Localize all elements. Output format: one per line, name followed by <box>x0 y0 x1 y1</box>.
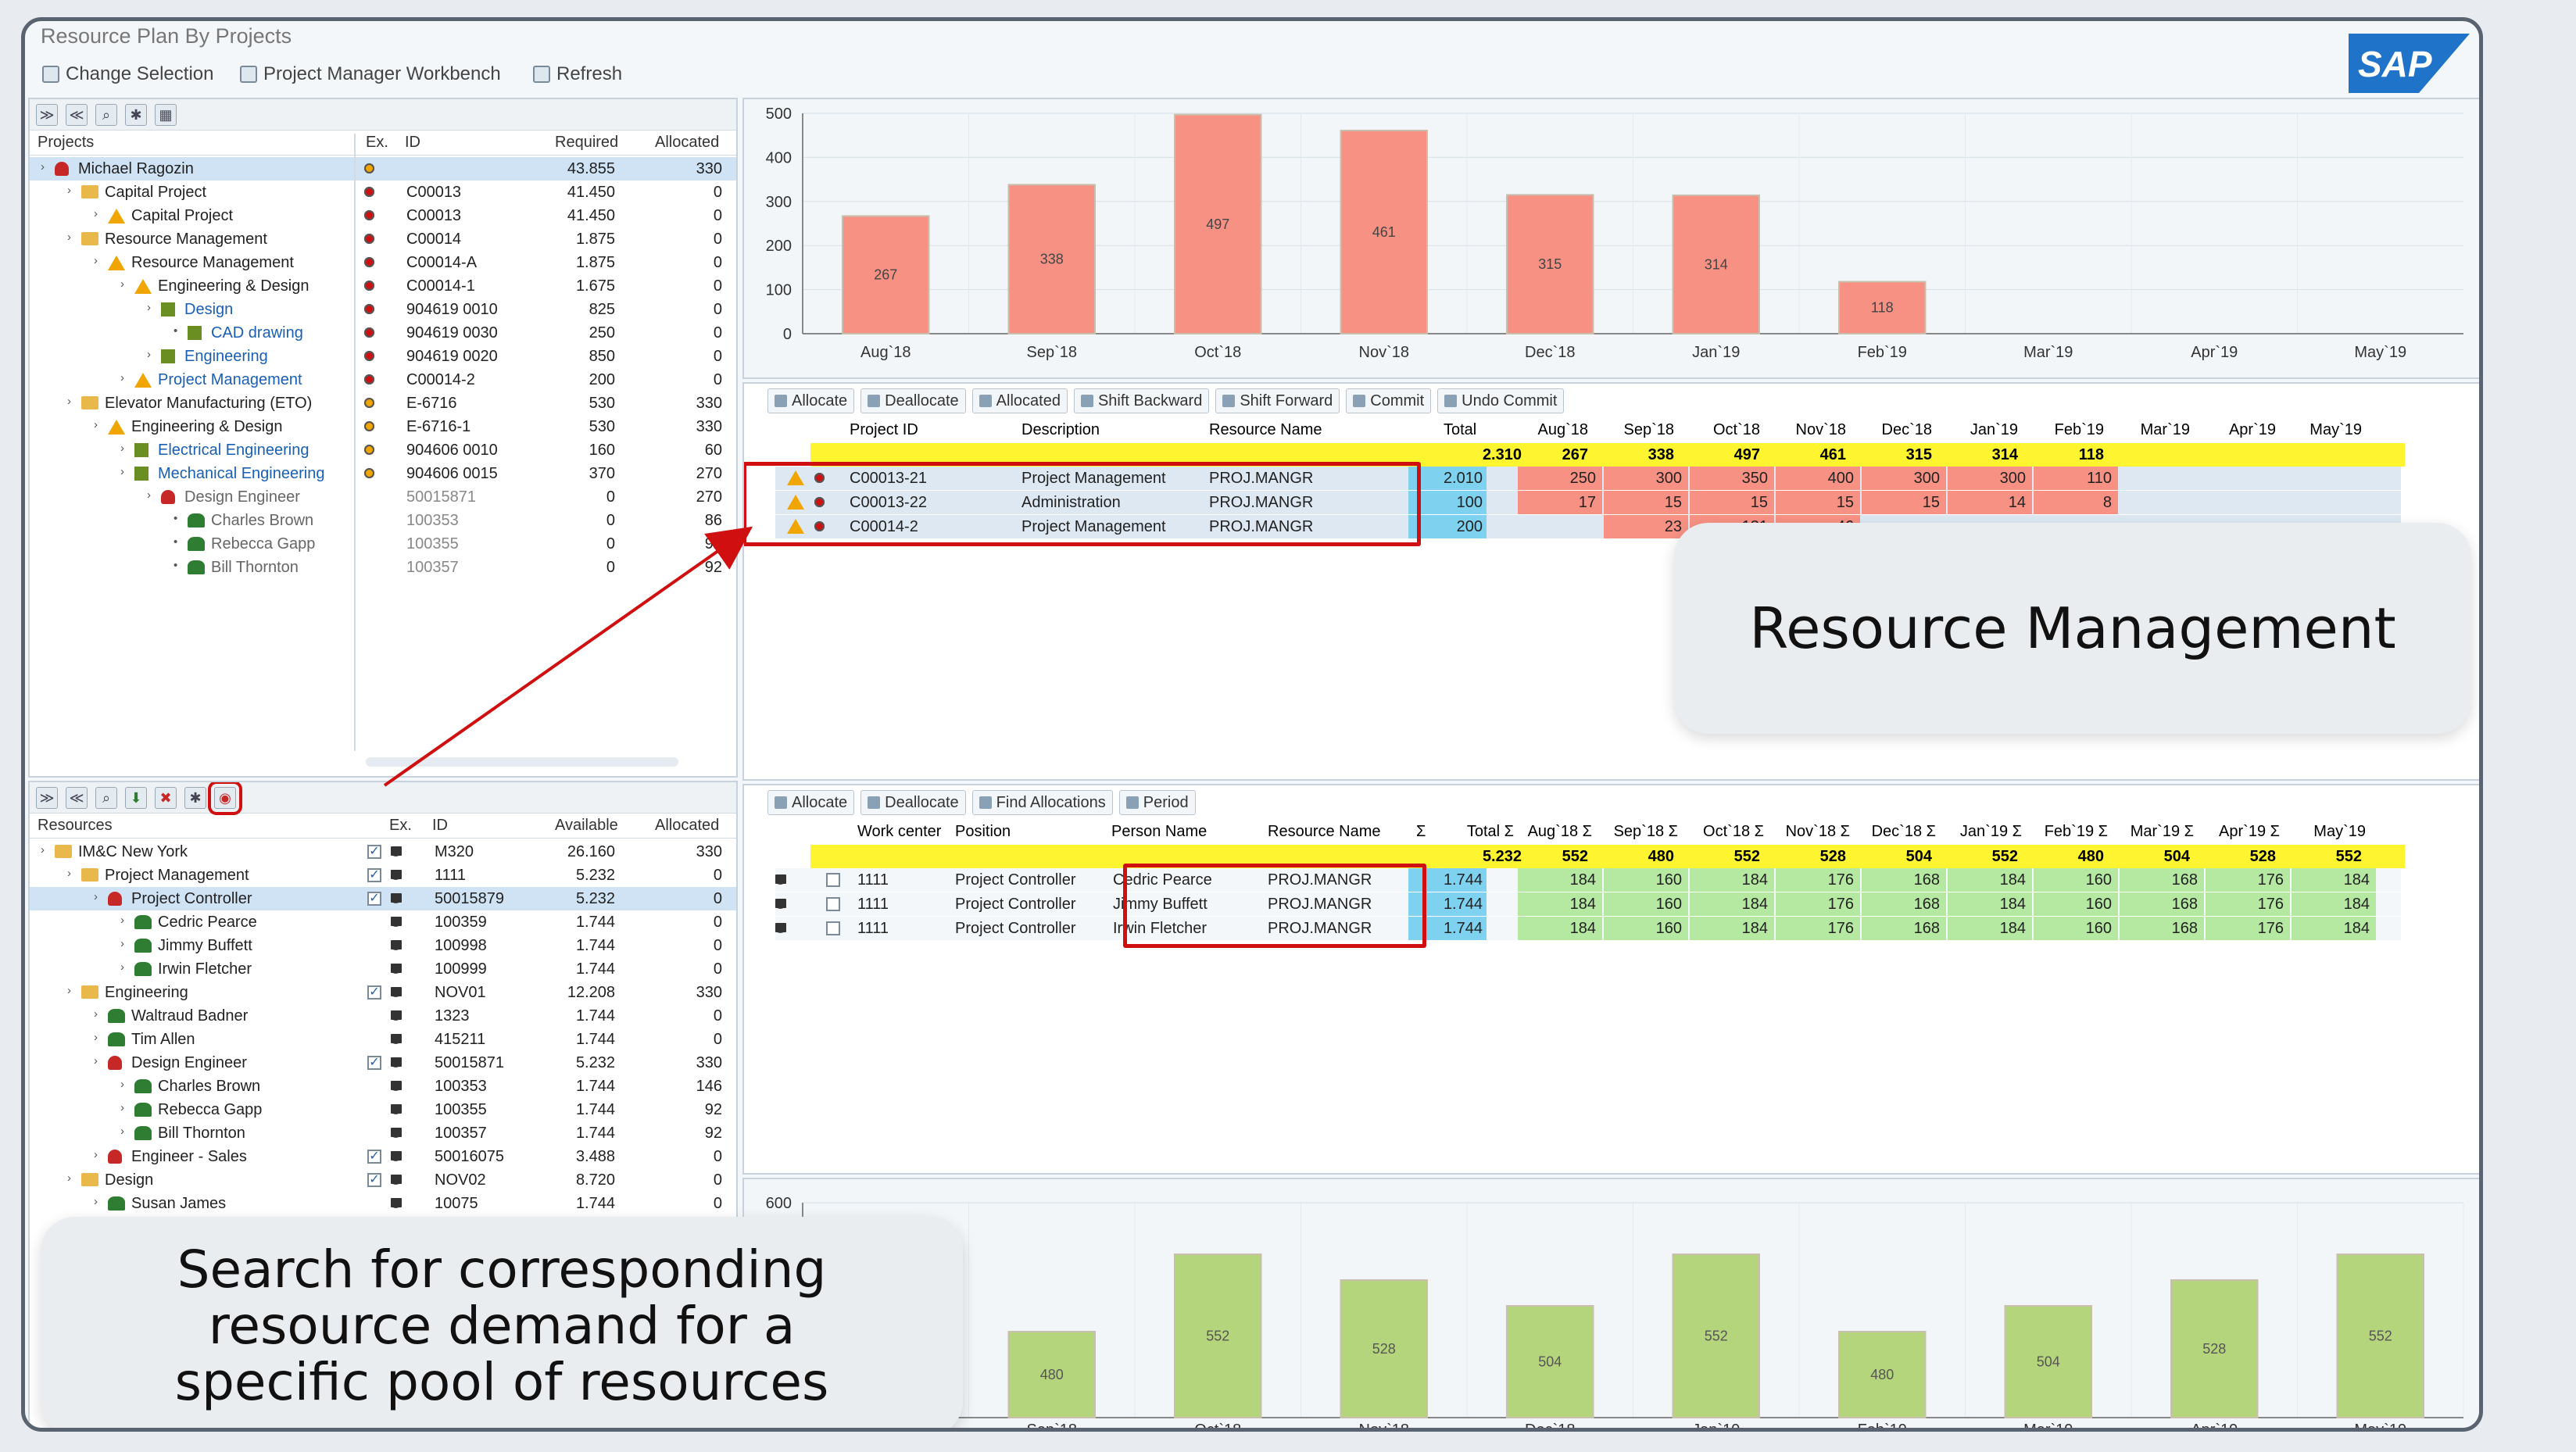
callout-line-3: specific pool of resources <box>174 1352 829 1412</box>
callout-line-1: Search for corresponding <box>177 1239 827 1300</box>
callout-title: Resource Management <box>1749 595 2396 661</box>
callout-line-2: resource demand for a <box>208 1296 796 1356</box>
app-window: Resource Plan By Projects Change Selecti… <box>21 17 2483 1432</box>
resource-management-callout: Resource Management <box>1674 523 2471 734</box>
search-callout: Search for corresponding resource demand… <box>41 1217 963 1428</box>
